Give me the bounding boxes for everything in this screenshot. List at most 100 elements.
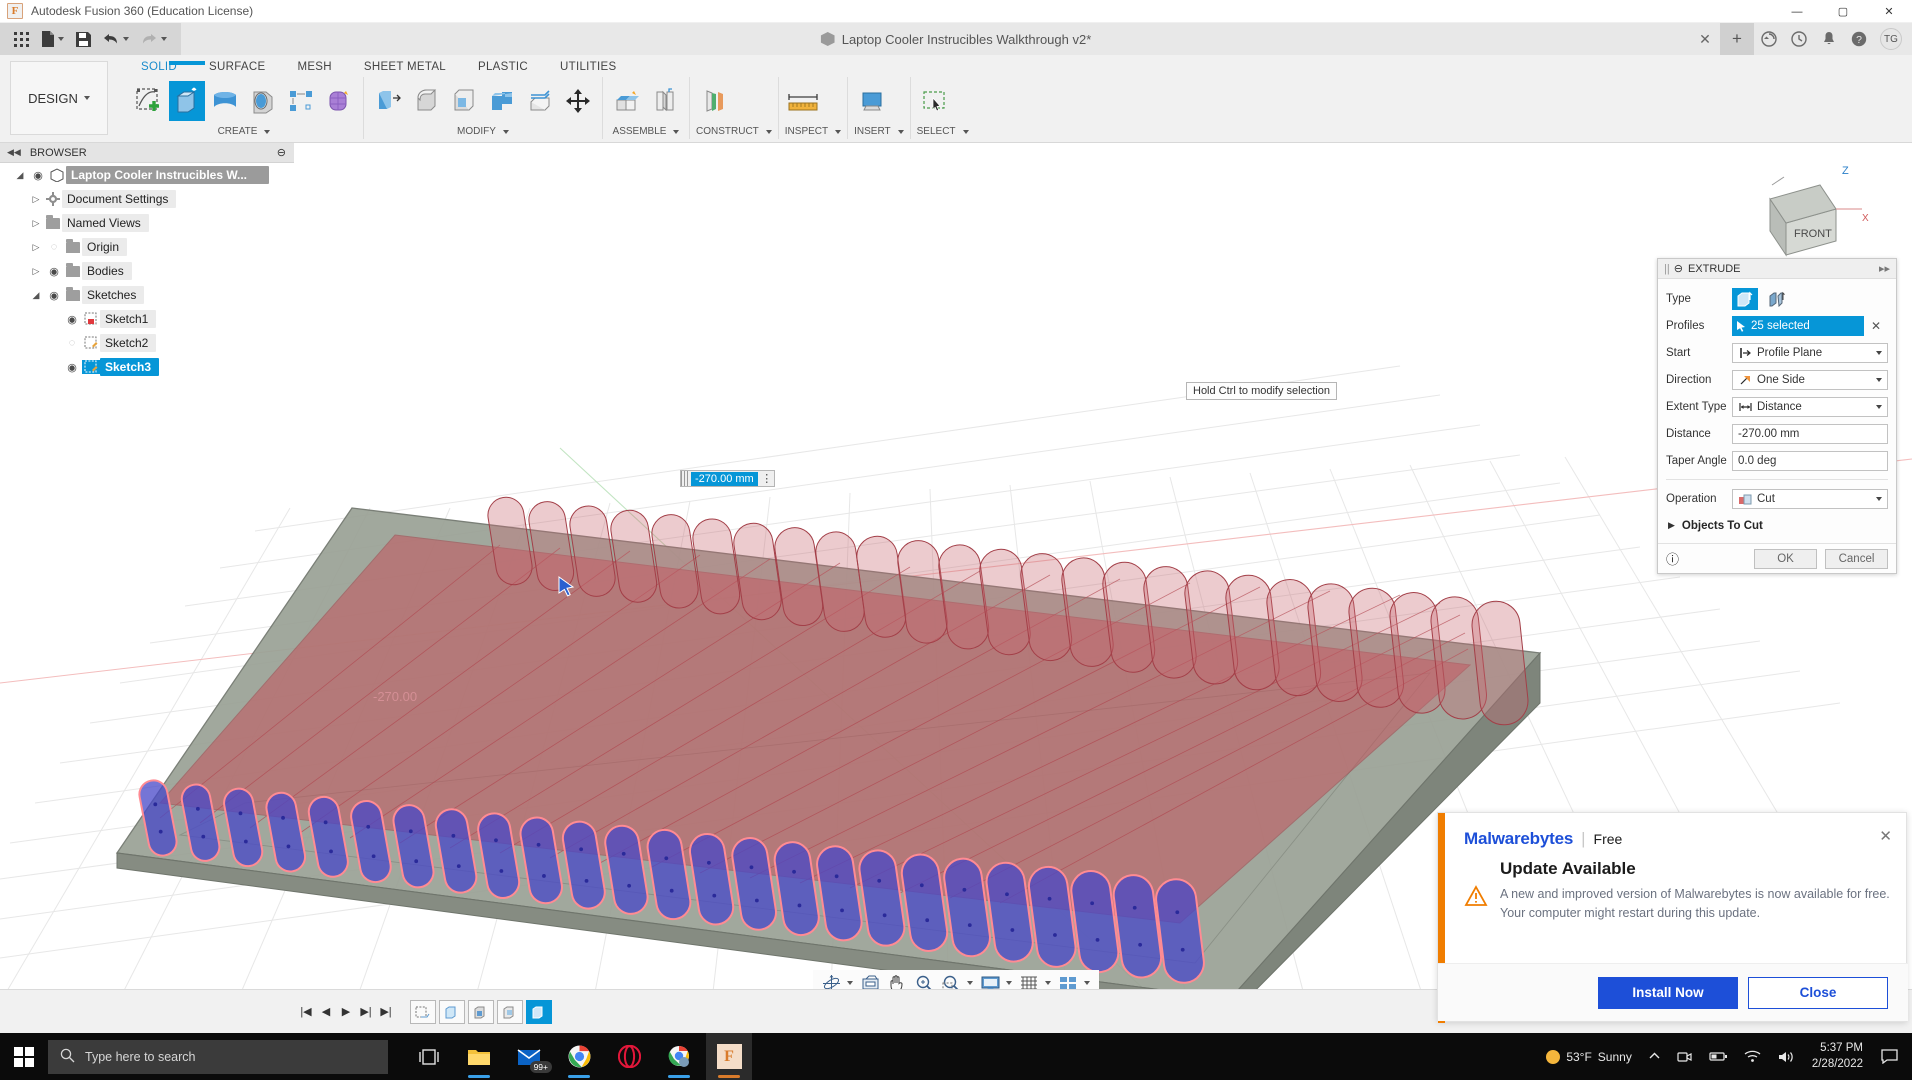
chrome-icon[interactable] — [556, 1033, 602, 1080]
start-dropdown[interactable]: Profile Plane — [1732, 342, 1888, 363]
bell-icon[interactable] — [1814, 23, 1844, 55]
file-explorer-icon[interactable] — [456, 1033, 502, 1080]
pattern-icon[interactable] — [283, 81, 319, 121]
tab-plastic[interactable]: PLASTIC — [462, 57, 544, 77]
chevron-down-icon[interactable] — [264, 129, 271, 134]
expand-arrow-icon[interactable]: ▷ — [28, 218, 44, 229]
visibility-eye-off-icon[interactable]: ◌ — [44, 241, 64, 253]
browser-root-node[interactable]: ◢ ◉ Laptop Cooler Instrucibles W... ◉ — [0, 163, 294, 187]
move-copy-icon[interactable] — [560, 81, 596, 121]
visibility-eye-icon[interactable]: ◉ — [44, 289, 64, 302]
step-forward-icon[interactable]: ▶| — [356, 1001, 376, 1023]
collapse-arrow-icon[interactable]: ◢ — [28, 290, 44, 301]
create-sketch-icon[interactable] — [131, 81, 167, 121]
offset-plane-icon[interactable] — [696, 81, 732, 121]
chevron-down-icon[interactable] — [1876, 496, 1882, 501]
direction-dropdown[interactable]: One Side — [1732, 369, 1888, 390]
fusion360-icon[interactable]: F — [706, 1033, 752, 1080]
tab-mesh[interactable]: MESH — [281, 57, 347, 77]
chevron-down-icon[interactable] — [967, 981, 973, 985]
timeline-feature-4[interactable] — [497, 999, 523, 1024]
visibility-eye-icon[interactable]: ◉ — [44, 265, 64, 278]
fillet-icon[interactable] — [408, 81, 444, 121]
ok-button[interactable]: OK — [1754, 548, 1817, 569]
browser-item-sketch3[interactable]: ◉ Sketch3 — [0, 355, 294, 379]
tray-expand-chevron-icon[interactable] — [1640, 1050, 1669, 1063]
save-icon[interactable] — [70, 23, 97, 55]
chevron-down-icon[interactable] — [1045, 981, 1051, 985]
tab-sheet-metal[interactable]: SHEET METAL — [348, 57, 462, 77]
split-face-icon[interactable] — [522, 81, 558, 121]
weather-widget[interactable]: 53°F Sunny — [1538, 1049, 1640, 1064]
skip-end-icon[interactable]: ▶| — [376, 1001, 396, 1023]
chevron-down-icon[interactable] — [1876, 404, 1882, 409]
volume-icon[interactable] — [1769, 1050, 1802, 1064]
timeline-feature-5-active[interactable] — [526, 999, 552, 1024]
dialog-grip-icon[interactable]: || — [1664, 263, 1670, 275]
document-tab-close-button[interactable]: ✕ — [1690, 23, 1720, 55]
visibility-eye-off-icon[interactable]: ◌ — [62, 337, 82, 349]
drag-handle[interactable] — [681, 471, 689, 486]
clock-icon[interactable] — [1784, 23, 1814, 55]
chevron-down-icon[interactable] — [1876, 377, 1882, 382]
press-pull-icon[interactable] — [370, 81, 406, 121]
type-thin-button[interactable] — [1764, 288, 1790, 310]
expand-arrow-icon[interactable]: ▷ — [28, 266, 44, 277]
wifi-icon[interactable] — [1736, 1050, 1769, 1063]
install-now-button[interactable]: Install Now — [1598, 976, 1738, 1009]
browser-item-sketch1[interactable]: ◉ Sketch1 — [0, 307, 294, 331]
revolve-icon[interactable] — [207, 81, 243, 121]
chevron-down-icon[interactable] — [847, 981, 853, 985]
view-cube[interactable]: Z FRONT X — [1764, 165, 1874, 265]
joint-icon[interactable] — [647, 81, 683, 121]
clock-widget[interactable]: 5:37 PM 2/28/2022 — [1802, 1041, 1873, 1072]
refresh-icon[interactable] — [1754, 23, 1784, 55]
chevron-down-icon[interactable] — [673, 129, 680, 134]
chevron-down-icon[interactable] — [1876, 350, 1882, 355]
chevron-down-icon[interactable] — [1084, 981, 1090, 985]
profiles-selection-chip[interactable]: 25 selected — [1732, 315, 1864, 336]
workspace-selector[interactable]: DESIGN — [10, 61, 108, 135]
visibility-eye-icon[interactable]: ◉ — [28, 169, 48, 182]
operation-dropdown[interactable]: Cut — [1732, 488, 1888, 509]
browser-collapse-icon[interactable]: ◀◀ — [7, 147, 21, 158]
chevron-down-icon[interactable] — [1006, 981, 1012, 985]
taper-angle-input[interactable]: 0.0 deg — [1732, 450, 1888, 471]
objects-to-cut-row[interactable]: ▶ Objects To Cut — [1666, 512, 1888, 539]
avatar[interactable]: TG — [1880, 28, 1902, 50]
chevron-down-icon[interactable] — [897, 129, 904, 134]
redo-icon[interactable] — [135, 23, 173, 55]
new-component-icon[interactable] — [609, 81, 645, 121]
new-document-tab-button[interactable]: + — [1720, 23, 1754, 55]
measure-icon[interactable] — [785, 81, 821, 121]
visibility-eye-icon[interactable]: ◉ — [62, 313, 82, 326]
close-icon[interactable]: ✕ — [1879, 827, 1892, 845]
extent-type-dropdown[interactable]: Distance — [1732, 396, 1888, 417]
timeline-feature-3[interactable] — [468, 999, 494, 1024]
extrude-icon[interactable] — [169, 61, 205, 121]
close-button[interactable]: Close — [1748, 976, 1888, 1009]
select-icon[interactable] — [917, 81, 953, 121]
browser-item-document-settings[interactable]: ▷ Document Settings — [0, 187, 294, 211]
chevron-down-icon[interactable] — [835, 129, 842, 134]
tab-surface[interactable]: SURFACE — [193, 57, 281, 77]
dimension-options-icon[interactable]: ⋮ — [760, 472, 774, 485]
expand-arrow-icon[interactable]: ▶ — [1668, 520, 1675, 531]
undo-icon[interactable] — [97, 23, 135, 55]
dialog-expand-icon[interactable]: ▸▸ — [1879, 262, 1890, 275]
chevron-down-icon[interactable] — [765, 129, 772, 134]
battery-icon[interactable] — [1701, 1050, 1736, 1063]
clear-selection-icon[interactable]: ✕ — [1864, 319, 1888, 333]
windows-start-icon[interactable] — [0, 1033, 48, 1080]
cancel-button[interactable]: Cancel — [1825, 548, 1888, 569]
chrome-secondary-icon[interactable] — [656, 1033, 702, 1080]
notification-icon[interactable] — [1873, 1049, 1912, 1064]
document-tab[interactable]: Laptop Cooler Instrucibles Walkthrough v… — [820, 32, 1091, 47]
tab-utilities[interactable]: UTILITIES — [544, 57, 632, 77]
visibility-eye-icon[interactable]: ◉ — [62, 361, 82, 374]
info-icon[interactable]: ⓘ — [1666, 549, 1679, 568]
search-input[interactable]: Type here to search — [48, 1039, 388, 1074]
mail-icon[interactable]: 99+ — [506, 1033, 552, 1080]
timeline-feature-1[interactable] — [410, 999, 436, 1024]
distance-input[interactable]: -270.00 mm — [1732, 423, 1888, 444]
